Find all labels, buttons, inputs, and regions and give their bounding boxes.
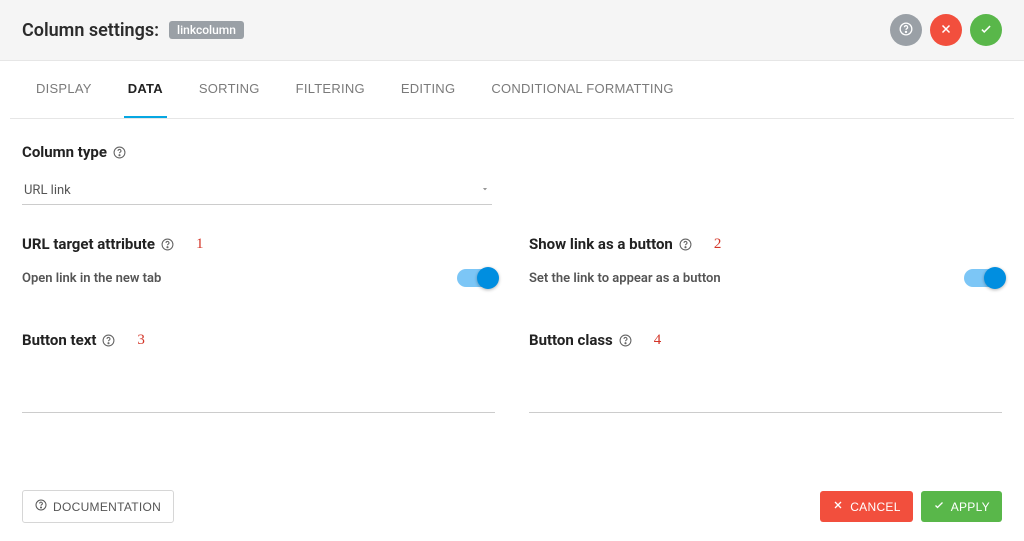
show-button-toggle-row: Set the link to appear as a button	[529, 269, 1002, 287]
annotation-marker: 2	[714, 236, 722, 253]
row-target-show: URL target attribute 1 Open link in the …	[22, 235, 1002, 297]
chevron-down-icon	[480, 183, 490, 198]
show-button-toggle[interactable]	[964, 269, 1002, 287]
button-class-field: Button class 4	[529, 331, 1002, 413]
annotation-marker: 3	[137, 332, 145, 349]
tabs: DISPLAY DATA SORTING FILTERING EDITING C…	[10, 61, 1014, 119]
check-icon	[979, 22, 993, 39]
toggle-knob	[984, 267, 1006, 289]
annotation-marker: 1	[196, 236, 204, 253]
question-icon[interactable]	[619, 334, 632, 347]
tab-display[interactable]: DISPLAY	[32, 61, 96, 118]
button-class-label-row: Button class 4	[529, 331, 1002, 349]
column-type-field: Column type URL link	[22, 143, 1002, 205]
documentation-label: DOCUMENTATION	[53, 500, 161, 514]
apply-label: APPLY	[951, 500, 990, 514]
url-target-label-row: URL target attribute 1	[22, 235, 495, 253]
documentation-button[interactable]: DOCUMENTATION	[22, 490, 174, 523]
column-type-value: URL link	[24, 183, 71, 198]
cancel-button[interactable]: CANCEL	[820, 491, 912, 522]
url-target-hint: Open link in the new tab	[22, 271, 161, 286]
url-target-field: URL target attribute 1 Open link in the …	[22, 235, 495, 297]
question-icon[interactable]	[113, 146, 126, 159]
column-name-chip: linkcolumn	[169, 21, 244, 39]
button-class-input[interactable]	[529, 383, 1002, 413]
apply-button[interactable]: APPLY	[921, 491, 1002, 522]
x-icon	[832, 499, 844, 514]
button-class-label: Button class	[529, 331, 613, 349]
show-button-label-row: Show link as a button 2	[529, 235, 1002, 253]
x-icon	[939, 22, 953, 39]
confirm-button[interactable]	[970, 14, 1002, 46]
show-button-label: Show link as a button	[529, 235, 673, 253]
annotation-marker: 4	[654, 332, 662, 349]
show-button-hint: Set the link to appear as a button	[529, 271, 721, 286]
header: Column settings: linkcolumn	[0, 0, 1024, 61]
header-title-area: Column settings: linkcolumn	[22, 20, 244, 41]
tab-editing[interactable]: EDITING	[397, 61, 459, 118]
button-text-label-row: Button text 3	[22, 331, 495, 349]
question-icon	[899, 22, 913, 39]
show-button-field: Show link as a button 2 Set the link to …	[529, 235, 1002, 297]
button-text-field: Button text 3	[22, 331, 495, 413]
header-actions	[890, 14, 1002, 46]
button-text-input[interactable]	[22, 383, 495, 413]
button-text-label: Button text	[22, 331, 96, 349]
page-title: Column settings:	[22, 20, 159, 41]
url-target-toggle-row: Open link in the new tab	[22, 269, 495, 287]
footer: DOCUMENTATION CANCEL APPLY	[0, 472, 1024, 541]
footer-right: CANCEL APPLY	[820, 491, 1002, 522]
column-type-label: Column type	[22, 143, 107, 161]
content-area: Column type URL link URL target attribut…	[0, 119, 1024, 493]
close-button[interactable]	[930, 14, 962, 46]
question-icon[interactable]	[161, 238, 174, 251]
cancel-label: CANCEL	[850, 500, 900, 514]
tab-data[interactable]: DATA	[124, 61, 167, 118]
check-icon	[933, 499, 945, 514]
row-btntext-btnclass: Button text 3 Button class 4	[22, 331, 1002, 413]
column-type-select[interactable]: URL link	[22, 177, 492, 205]
url-target-toggle[interactable]	[457, 269, 495, 287]
url-target-label: URL target attribute	[22, 235, 155, 253]
help-button[interactable]	[890, 14, 922, 46]
tab-filtering[interactable]: FILTERING	[292, 61, 369, 118]
tab-conditional-formatting[interactable]: CONDITIONAL FORMATTING	[487, 61, 677, 118]
question-icon	[35, 499, 47, 514]
column-type-label-row: Column type	[22, 143, 1002, 161]
toggle-knob	[477, 267, 499, 289]
tab-sorting[interactable]: SORTING	[195, 61, 264, 118]
question-icon[interactable]	[102, 334, 115, 347]
question-icon[interactable]	[679, 238, 692, 251]
